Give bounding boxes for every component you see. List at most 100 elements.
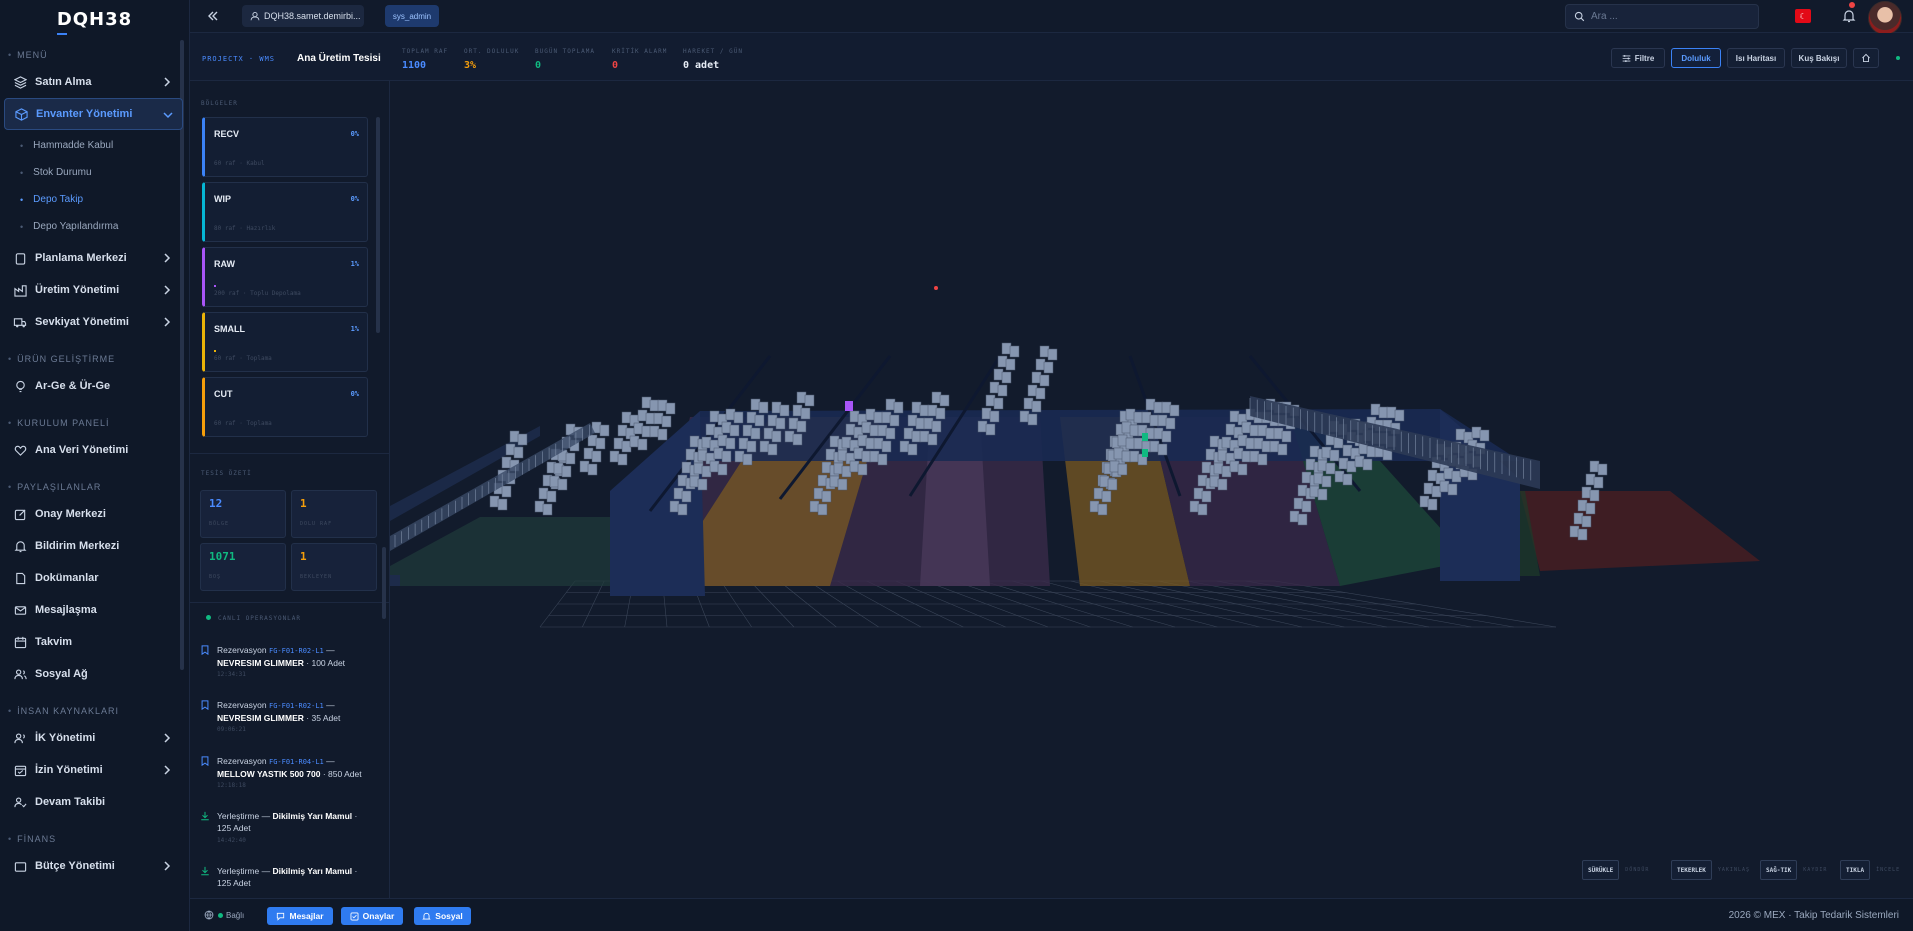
- avatar[interactable]: [1868, 1, 1902, 35]
- approvals-button[interactable]: Onaylar: [341, 907, 403, 925]
- rack-box: [1325, 462, 1336, 475]
- sidebar-item-envanter[interactable]: Envanter Yönetimi: [4, 98, 183, 130]
- filter-button[interactable]: Filtre: [1611, 48, 1665, 68]
- sidebar-item-devam[interactable]: Devam Takibi: [0, 786, 189, 818]
- rack-box-green: [1142, 433, 1148, 441]
- sidebar-item-dokumanlar[interactable]: Dokümanlar: [0, 562, 189, 594]
- warehouse-scene[interactable]: [390, 81, 1913, 898]
- rack-box: [693, 462, 704, 475]
- ops-scrollbar[interactable]: [382, 547, 386, 619]
- control-desc: İNCELE: [1876, 867, 1901, 873]
- heart-icon: [13, 443, 27, 457]
- chevron-right-icon: [164, 317, 171, 327]
- bookmark-icon: [201, 700, 209, 710]
- zone-percent: 0%: [350, 130, 359, 138]
- warehouse-3d-viewport[interactable]: SÜRÜKLE DÖNDÜR TEKERLEK YAKINLAŞ SAĞ-TIK…: [390, 81, 1913, 898]
- zone-card-raw[interactable]: RAW 1% 200 raf · Toplu Depolama: [202, 247, 368, 307]
- rack-box: [931, 391, 942, 404]
- connection-label: Bağlı: [226, 910, 245, 920]
- user-pill[interactable]: DQH38.samet.demirbi...: [242, 5, 364, 27]
- zone-percent: 0%: [350, 195, 359, 203]
- sidebar-subitem-depo-takip[interactable]: Depo Takip: [0, 186, 189, 213]
- rack-box: [1447, 483, 1458, 496]
- op-time: 14:42:40: [217, 837, 246, 844]
- sidebar-item-takvim[interactable]: Takvim: [0, 626, 189, 658]
- sidebar-item-sosyal[interactable]: Sosyal Ağ: [0, 658, 189, 690]
- rack-box: [796, 391, 807, 404]
- rack-box: [788, 417, 799, 430]
- social-button[interactable]: Sosyal: [414, 907, 471, 925]
- sidebar-item-ana-veri[interactable]: Ana Veri Yönetimi: [0, 434, 189, 466]
- zone-card-cut[interactable]: CUT 0% 60 raf · Toplama: [202, 377, 368, 437]
- sidebar-item-butce[interactable]: Bütçe Yönetimi: [0, 850, 189, 882]
- summary-card-dolu: 1 DOLU RAF: [291, 490, 377, 538]
- rack-box: [1342, 473, 1353, 486]
- rack-box: [1035, 358, 1046, 371]
- zone-card-wip[interactable]: WIP 0% 80 raf · Hazırlık: [202, 182, 368, 242]
- zones-scrollbar[interactable]: [376, 117, 380, 333]
- summary-label: TESİS ÖZETİ: [201, 470, 252, 477]
- zone-desc: 60 raf · Kabul: [214, 160, 265, 167]
- control-key: TIKLA: [1840, 860, 1871, 880]
- sidebar-item-izin[interactable]: İzin Yönetimi: [0, 754, 189, 786]
- search-input[interactable]: [1591, 11, 1751, 22]
- rack-box: [759, 440, 770, 453]
- rack-box: [1427, 469, 1438, 482]
- turkish-flag-icon[interactable]: ☾: [1795, 9, 1811, 23]
- kpi-label: KRİTİK ALARM: [612, 48, 668, 55]
- rack-box: [617, 424, 628, 437]
- op-dash: —: [326, 645, 335, 655]
- download-icon: [201, 866, 209, 876]
- search-box[interactable]: [1565, 4, 1759, 29]
- rack-box: [1293, 497, 1304, 510]
- rack-box: [609, 450, 620, 463]
- zone-card-recv[interactable]: RECV 0% 60 raf · Kabul: [202, 117, 368, 177]
- notification-bell-icon[interactable]: [1842, 9, 1856, 23]
- rack-box: [1043, 361, 1054, 374]
- op-qty: · 850 Adet: [322, 769, 362, 779]
- sidebar-item-mesajlasma[interactable]: Mesajlaşma: [0, 594, 189, 626]
- home-view-button[interactable]: [1853, 48, 1879, 68]
- sidebar-item-planlama[interactable]: Planlama Merkezi: [0, 242, 189, 274]
- birds-eye-button[interactable]: Kuş Bakışı: [1791, 48, 1847, 68]
- zone-card-small[interactable]: SMALL 1% 60 raf · Toplama: [202, 312, 368, 372]
- doluluk-button[interactable]: Doluluk: [1671, 48, 1721, 68]
- heatmap-button[interactable]: Isı Haritası: [1727, 48, 1785, 68]
- rack-box: [1289, 510, 1300, 523]
- sidebar-subitem-hammadde[interactable]: Hammadde Kabul: [0, 132, 189, 159]
- rack-box: [1313, 472, 1324, 485]
- rack-box: [1423, 482, 1434, 495]
- rack-box: [661, 415, 672, 428]
- status-strip: PROJECTX · WMS Ana Üretim Tesisi TOPLAM …: [190, 33, 1913, 81]
- messages-button[interactable]: Mesajlar: [267, 907, 333, 925]
- rack-box: [1479, 429, 1490, 442]
- focus-marker: [934, 286, 938, 290]
- clipboard-icon: [13, 251, 27, 265]
- sidebar-item-uretim[interactable]: Üretim Yönetimi: [0, 274, 189, 306]
- rack-box: [1205, 448, 1216, 461]
- sidebar-item-sevkiyat[interactable]: Sevkiyat Yönetimi: [0, 306, 189, 338]
- rack-box: [865, 437, 876, 450]
- sidebar-item-label: Dokümanlar: [35, 572, 99, 584]
- op-dash: —: [261, 811, 271, 821]
- brand[interactable]: DQH38: [0, 0, 189, 38]
- summary-value: 1: [300, 550, 307, 563]
- sidebar-item-bildirim[interactable]: Bildirim Merkezi: [0, 530, 189, 562]
- rack-box: [1217, 449, 1228, 462]
- collapse-sidebar-icon[interactable]: [206, 9, 220, 23]
- rack-box: [1089, 500, 1100, 513]
- brand-logo[interactable]: DQH38: [56, 9, 132, 35]
- sidebar-subitem-depo-yapilandirma[interactable]: Depo Yapılandırma: [0, 213, 189, 240]
- rack-box: [911, 401, 922, 414]
- sidebar-item-satin-alma[interactable]: Satın Alma: [0, 66, 189, 98]
- rack-box: [993, 368, 1004, 381]
- rack-box: [677, 474, 688, 487]
- rack-box: [1354, 455, 1365, 468]
- rack-box: [701, 436, 712, 449]
- sidebar-subitem-stok[interactable]: Stok Durumu: [0, 159, 189, 186]
- sidebar-item-onay[interactable]: Onay Merkezi: [0, 498, 189, 530]
- sidebar-item-ik-yonetimi[interactable]: İK Yönetimi: [0, 722, 189, 754]
- sidebar-item-arge[interactable]: Ar-Ge & Ür-Ge: [0, 370, 189, 402]
- divider: [190, 602, 390, 603]
- factory-icon: [13, 283, 27, 297]
